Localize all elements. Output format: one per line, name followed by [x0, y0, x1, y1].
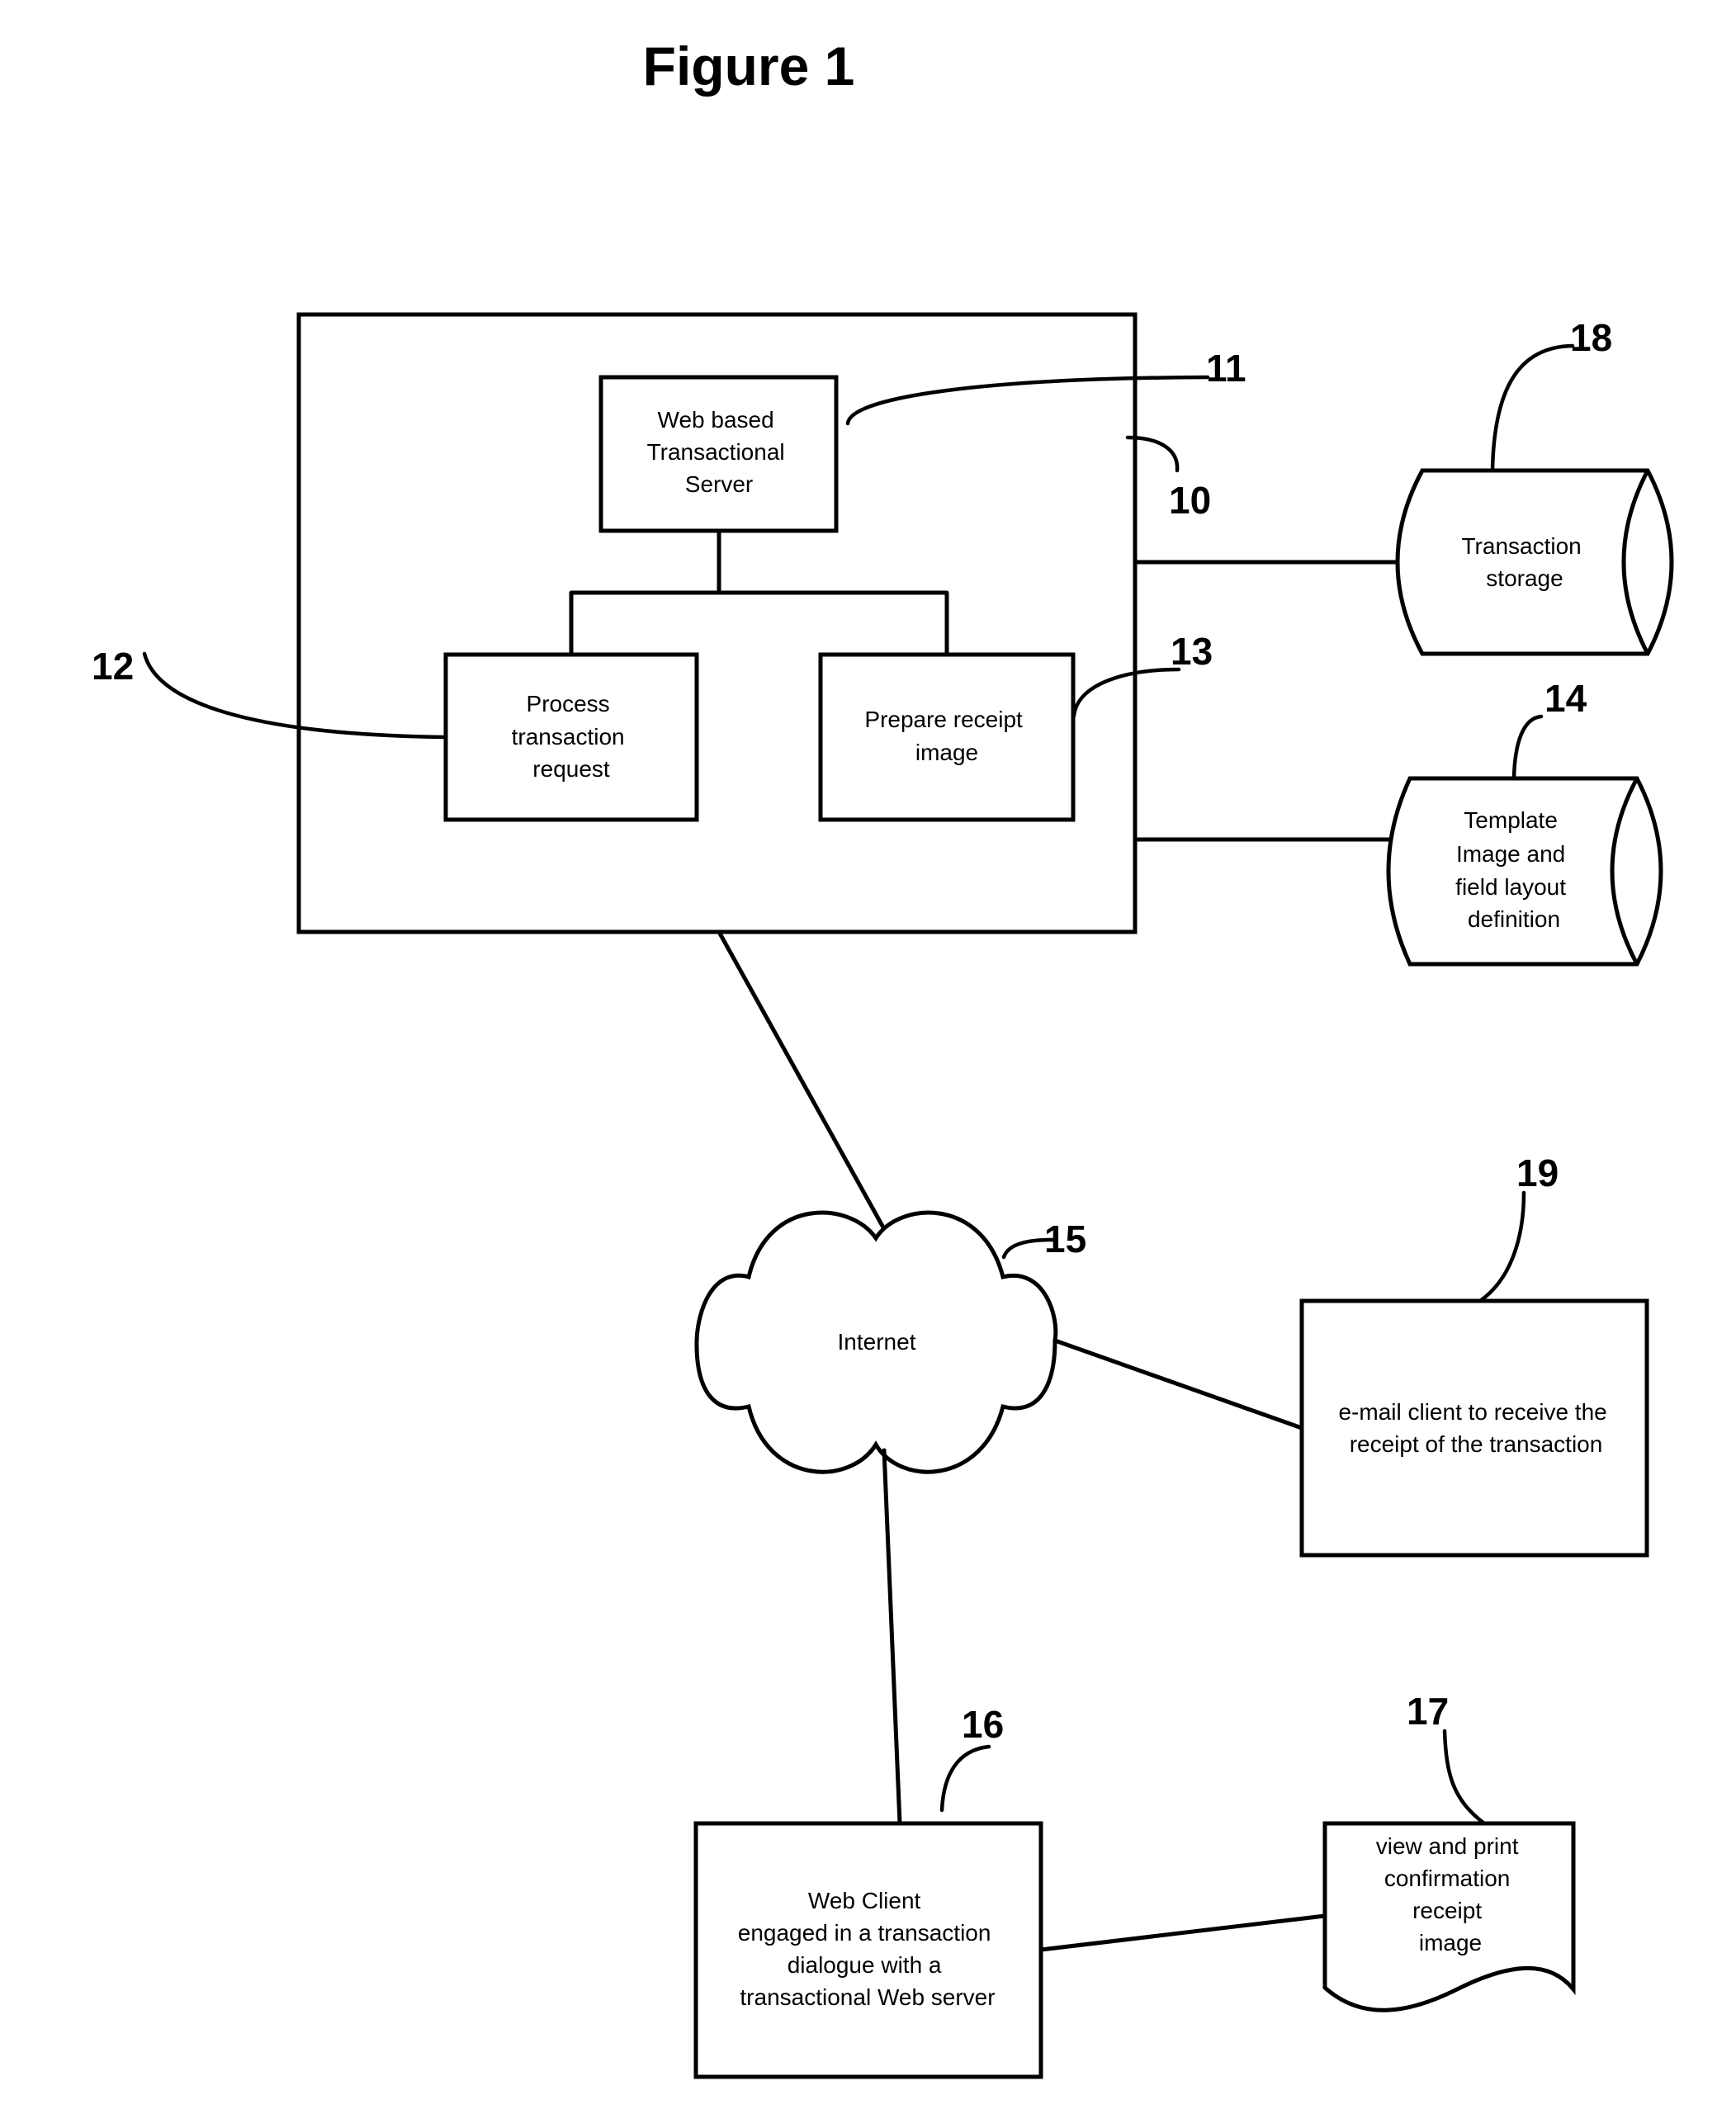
web-server-label-line: Web based [658, 407, 774, 433]
process-request-label-line: Process [527, 691, 610, 716]
receipt-document-label-line: image [1419, 1930, 1482, 1955]
transaction-storage-cylinder [1395, 468, 1674, 656]
web-server-label-line: Transactional [647, 439, 785, 465]
email-client-box [1299, 1298, 1649, 1558]
receipt-document-label-line: confirmation [1384, 1866, 1511, 1891]
web-client-label-line: Web Client [808, 1888, 921, 1913]
process-request-node: Process transaction request [443, 652, 699, 822]
ref-number-12: 12 [92, 645, 134, 688]
web-server-node: Web based Transactional Server [598, 375, 839, 533]
receipt-document-label-line: view and print [1376, 1833, 1519, 1859]
transaction-storage-label-line: storage [1486, 565, 1563, 591]
template-store-label-line: Image and [1456, 841, 1565, 867]
ref-number-17: 17 [1407, 1690, 1449, 1733]
template-store-cylinder [1386, 776, 1663, 967]
process-request-label-line: request [532, 756, 610, 782]
template-store-label-line: field layout [1455, 874, 1566, 900]
ref-number-13: 13 [1171, 630, 1213, 673]
prepare-receipt-node: Prepare receipt image [818, 652, 1076, 822]
web-client-box [693, 1821, 1043, 2079]
ref-number-19: 19 [1516, 1151, 1559, 1194]
web-client-label-line: dialogue with a [788, 1952, 942, 1978]
prepare-receipt-label-line: image [915, 740, 978, 765]
email-client-label-line: e-mail client to receive the [1338, 1399, 1606, 1425]
email-client-label-line: receipt of the transaction [1350, 1431, 1603, 1457]
internet-label: Internet [838, 1329, 916, 1355]
ref-number-10: 10 [1169, 479, 1211, 522]
template-store-label-line: definition [1468, 906, 1560, 932]
figure-title: Figure 1 [643, 35, 855, 97]
ref-number-18: 18 [1570, 316, 1612, 359]
receipt-document-label-line: receipt [1412, 1898, 1482, 1923]
web-client-node: Web Client engaged in a transaction dial… [693, 1821, 1043, 2079]
figure-canvas: Figure 1 Web based Transactional Server … [0, 0, 1736, 2128]
web-client-label-line: transactional Web server [740, 1984, 995, 2010]
ref-number-15: 15 [1044, 1218, 1086, 1260]
transaction-storage-label-line: Transaction [1461, 533, 1581, 559]
ref-number-16: 16 [962, 1703, 1004, 1746]
process-request-label-line: transaction [512, 724, 625, 750]
template-store-label-line: Template [1464, 807, 1558, 833]
ref-number-14: 14 [1544, 677, 1587, 720]
ref-number-11: 11 [1206, 347, 1246, 390]
template-store-node: Template Image and field layout definiti… [1386, 776, 1663, 967]
transaction-storage-node: Transaction storage [1395, 468, 1674, 656]
email-client-node: e-mail client to receive the receipt of … [1299, 1298, 1649, 1558]
web-server-label-line: Server [685, 471, 753, 497]
prepare-receipt-box [818, 652, 1076, 822]
web-client-label-line: engaged in a transaction [738, 1920, 991, 1946]
prepare-receipt-label-line: Prepare receipt [864, 707, 1023, 732]
